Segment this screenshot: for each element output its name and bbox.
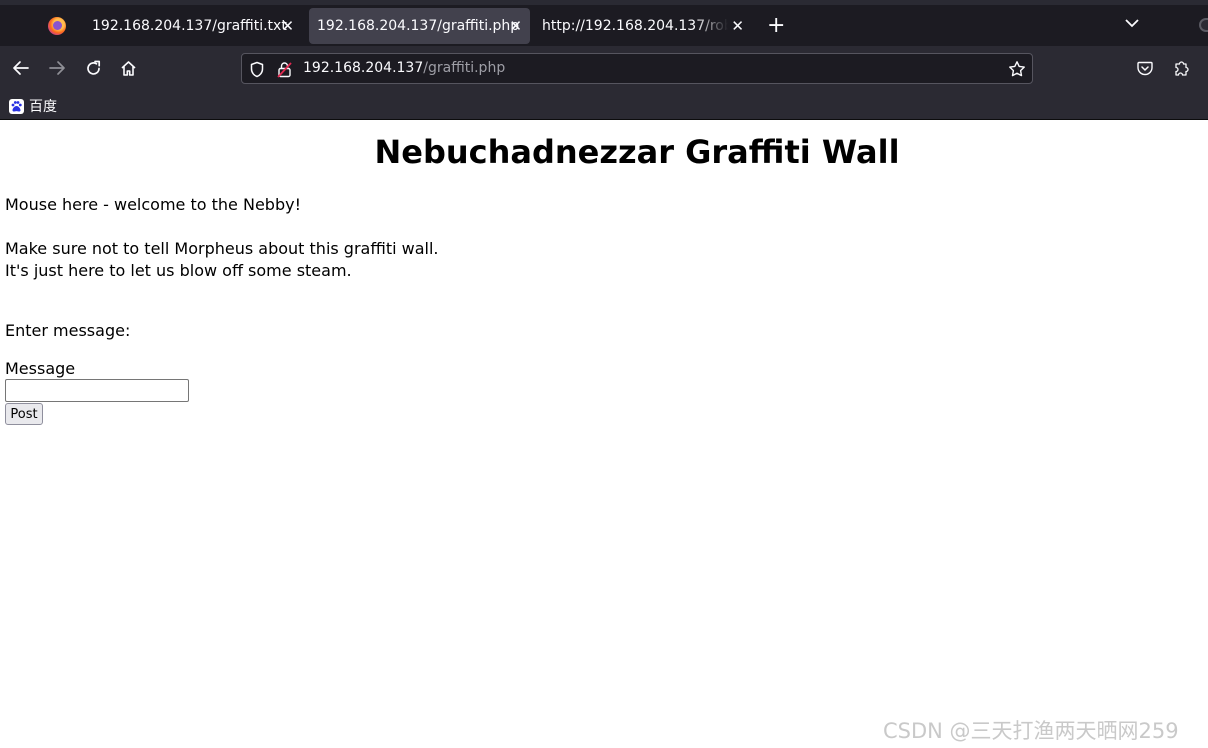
close-tab-icon[interactable]: ✕ xyxy=(281,17,294,35)
tab-graffiti-php[interactable]: 192.168.204.137/graffiti.php ✕ xyxy=(309,8,530,44)
new-tab-icon[interactable]: + xyxy=(767,13,785,38)
extensions-icon[interactable] xyxy=(1169,56,1193,80)
home-icon[interactable] xyxy=(116,56,140,80)
close-tab-icon[interactable]: ✕ xyxy=(731,17,744,35)
graffiti-message: Mouse here - welcome to the Nebby! xyxy=(5,195,301,214)
csdn-watermark: CSDN @三天打渔两天晒网259 xyxy=(883,719,1179,743)
graffiti-message: Make sure not to tell Morpheus about thi… xyxy=(5,239,439,258)
enter-message-prompt: Enter message: xyxy=(5,321,131,340)
bookmark-label: 百度 xyxy=(29,99,57,115)
tab-label: 192.168.204.137/graffiti.php xyxy=(317,18,520,34)
list-tabs-icon[interactable] xyxy=(1125,12,1139,33)
tab-robots-txt[interactable]: http://192.168.204.137/robots.txt ✕ xyxy=(534,8,752,44)
page-content: Nebuchadnezzar Graffiti Wall Mouse here … xyxy=(0,121,1208,748)
url-text[interactable]: 192.168.204.137/graffiti.php xyxy=(303,60,505,76)
background-window-edge xyxy=(0,0,1208,5)
close-tab-icon[interactable]: ✕ xyxy=(509,17,522,35)
tab-label: http://192.168.204.137/robots.txt xyxy=(542,18,728,34)
message-field-label: Message xyxy=(5,359,76,378)
bookmarks-toolbar: 百度 xyxy=(0,90,1208,120)
graffiti-message: It's just here to let us blow off some s… xyxy=(5,261,352,280)
window-edge-toggle xyxy=(1199,18,1208,32)
insecure-lock-icon[interactable] xyxy=(277,61,292,82)
firefox-icon[interactable] xyxy=(48,17,66,35)
baidu-paw-icon xyxy=(9,98,24,114)
message-input[interactable] xyxy=(5,379,189,402)
bookmark-baidu[interactable]: 百度 xyxy=(9,96,57,116)
address-bar[interactable]: 192.168.204.137/graffiti.php xyxy=(241,53,1033,84)
url-host: 192.168.204.137 xyxy=(303,60,424,76)
post-button[interactable]: Post xyxy=(5,403,43,425)
tab-graffiti-txt[interactable]: 192.168.204.137/graffiti.txt ✕ xyxy=(84,8,302,44)
pocket-icon[interactable] xyxy=(1133,56,1157,80)
page-title: Nebuchadnezzar Graffiti Wall xyxy=(374,133,900,171)
reload-icon[interactable] xyxy=(81,56,105,80)
navigation-toolbar: 192.168.204.137/graffiti.php xyxy=(0,46,1208,90)
back-icon[interactable] xyxy=(9,56,33,80)
tab-label: 192.168.204.137/graffiti.txt xyxy=(92,18,287,34)
tab-strip: 192.168.204.137/graffiti.txt ✕ 192.168.2… xyxy=(0,0,1208,46)
bookmark-star-icon[interactable] xyxy=(1008,60,1026,82)
forward-icon[interactable] xyxy=(45,56,69,80)
shield-icon[interactable] xyxy=(249,61,265,82)
url-path: /graffiti.php xyxy=(423,60,506,76)
